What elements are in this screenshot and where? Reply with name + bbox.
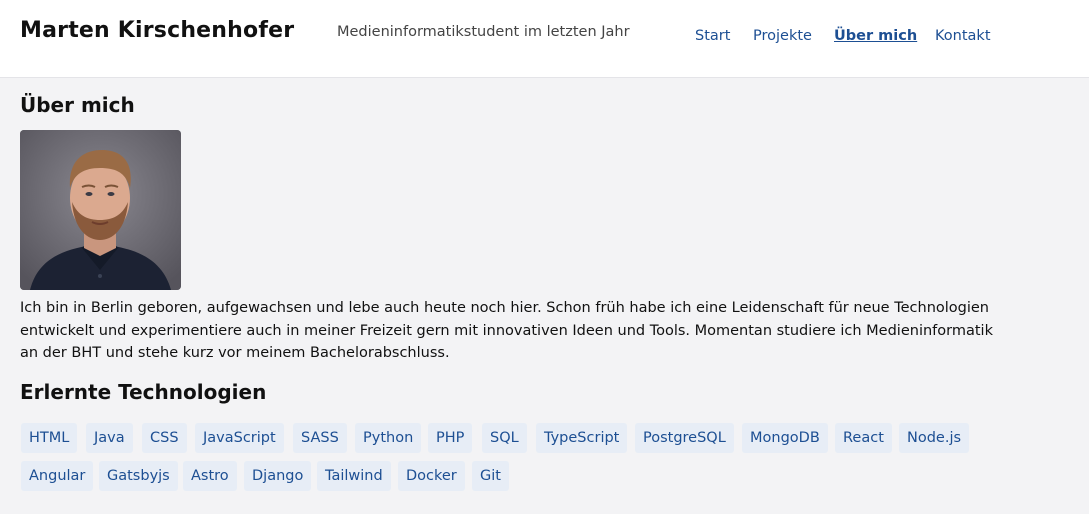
tag-python: Python: [355, 423, 422, 453]
profile-photo: [20, 130, 181, 290]
tag-sass: SASS: [293, 423, 347, 453]
site-header: Marten Kirschenhofer Medieninformatikstu…: [0, 0, 1089, 78]
tag-angular: Angular: [21, 461, 94, 491]
tag-git: Git: [472, 461, 509, 491]
nav-link-start[interactable]: Start: [695, 28, 730, 44]
tag-typescript: TypeScript: [536, 423, 628, 453]
nav-link-kontakt[interactable]: Kontakt: [935, 28, 991, 44]
tag-postgresql: PostgreSQL: [635, 423, 734, 453]
tag-mongodb: MongoDB: [742, 423, 828, 453]
tag-html: HTML: [21, 423, 78, 453]
tag-java: Java: [86, 423, 133, 453]
tag-gatsbyjs: Gatsbyjs: [99, 461, 178, 491]
nav-link-projekte[interactable]: Projekte: [753, 28, 812, 44]
tag-sql: SQL: [482, 423, 527, 453]
tag-tailwind: Tailwind: [317, 461, 391, 491]
bio-text: Ich bin in Berlin geboren, aufgewachsen …: [20, 300, 993, 361]
about-heading: Über mich: [20, 93, 135, 117]
tag-django: Django: [244, 461, 312, 491]
site-subtitle: Medieninformatikstudent im letzten Jahr: [337, 24, 630, 40]
nav-link-ueber-mich[interactable]: Über mich: [834, 28, 917, 44]
portrait-image: [20, 130, 181, 290]
tag-astro: Astro: [183, 461, 237, 491]
site-title: Marten Kirschenhofer: [20, 18, 295, 43]
tag-react: React: [835, 423, 892, 453]
tag-javascript: JavaScript: [195, 423, 284, 453]
tag-nodejs: Node.js: [899, 423, 970, 453]
tag-css: CSS: [142, 423, 187, 453]
tag-php: PHP: [428, 423, 473, 453]
technologies-heading: Erlernte Technologien: [20, 380, 267, 404]
tag-docker: Docker: [398, 461, 465, 491]
